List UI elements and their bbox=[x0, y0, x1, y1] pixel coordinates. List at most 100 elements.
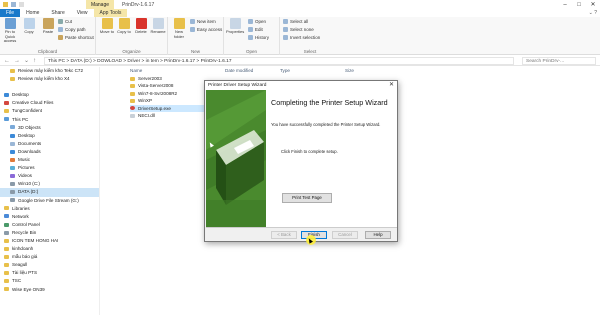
navigation-arrows[interactable]: ←→⌄↑ bbox=[4, 57, 40, 64]
sidebar-item-label: Review máy kiểm kho Tekc C72 bbox=[18, 68, 84, 73]
picture-icon bbox=[10, 165, 15, 170]
sidebar-item[interactable]: Wise Eye ON39 bbox=[0, 286, 99, 294]
column-date-modified[interactable]: Date modified bbox=[225, 67, 253, 74]
pin-quick-access-button[interactable]: Pin to Quick access bbox=[1, 18, 19, 44]
sidebar-item[interactable]: 3D Objects bbox=[0, 124, 99, 132]
back-button[interactable]: < Back bbox=[271, 231, 297, 239]
breadcrumb[interactable]: This PC > DATA (D:) > DOWLOAD > Driver >… bbox=[44, 57, 514, 65]
select-group-label: Select bbox=[303, 49, 317, 54]
cancel-button[interactable]: Cancel bbox=[332, 231, 358, 239]
invert-selection-button[interactable]: Invert selection bbox=[283, 34, 320, 41]
sidebar-item[interactable]: Downloads bbox=[0, 148, 99, 156]
file-row[interactable]: NECI.dll bbox=[130, 112, 205, 119]
file-row[interactable]: DriverSetup.exe bbox=[130, 104, 205, 112]
sidebar-item[interactable]: Google Drive File Stream (G:) bbox=[0, 197, 99, 205]
column-name[interactable]: Name bbox=[130, 67, 142, 74]
print-test-page-button[interactable]: Print Test Page bbox=[282, 193, 332, 203]
sidebar-item[interactable]: Videos bbox=[0, 172, 99, 180]
folder-icon bbox=[4, 279, 9, 284]
drive-icon bbox=[10, 182, 15, 187]
sidebar-item[interactable]: Network bbox=[0, 213, 99, 221]
rename-button[interactable]: Rename bbox=[149, 18, 167, 35]
sidebar-item[interactable]: Win10 (C:) bbox=[0, 180, 99, 188]
copy-button[interactable]: Copy bbox=[20, 18, 38, 35]
column-type[interactable]: Type bbox=[280, 67, 290, 74]
sidebar-item[interactable]: Seagull bbox=[0, 261, 99, 269]
dialog-title: Printer Driver Setup Wizard bbox=[205, 81, 397, 90]
file-row[interactable]: Win7-8-Svr2008R2 bbox=[130, 90, 205, 97]
new-folder-button[interactable]: New folder bbox=[170, 18, 188, 39]
help-icon[interactable]: ⌄ ? bbox=[589, 10, 597, 16]
network-icon bbox=[4, 214, 9, 219]
sidebar-item[interactable]: TSC bbox=[0, 277, 99, 285]
properties-button[interactable]: Properties bbox=[226, 18, 244, 35]
dialog-close-icon[interactable]: ✕ bbox=[389, 81, 394, 90]
select-none-icon bbox=[283, 27, 288, 33]
sidebar-item[interactable]: Desktop bbox=[0, 91, 99, 99]
edit-button[interactable]: Edit bbox=[248, 26, 263, 33]
open-button[interactable]: Open bbox=[248, 18, 266, 25]
open-group-label: Open bbox=[245, 49, 257, 54]
sidebar-item[interactable]: Desktop bbox=[0, 132, 99, 140]
cloud-icon bbox=[4, 101, 9, 106]
desktop-icon bbox=[10, 133, 15, 138]
sidebar-item[interactable]: Documents bbox=[0, 140, 99, 148]
chevron-down-icon[interactable] bbox=[19, 2, 24, 7]
file-row[interactable]: Vista-Server2008 bbox=[130, 82, 205, 89]
tab-file[interactable]: File bbox=[0, 9, 21, 17]
sidebar-item[interactable]: Libraries bbox=[0, 205, 99, 213]
copy-path-button[interactable]: Copy path bbox=[58, 26, 86, 33]
save-icon[interactable] bbox=[11, 2, 16, 7]
history-button[interactable]: History bbox=[248, 34, 269, 41]
sidebar-item[interactable]: Control Panel bbox=[0, 221, 99, 229]
folder-icon[interactable] bbox=[3, 2, 8, 7]
navigation-pane[interactable]: Review máy kiểm kho Tekc C72 Review máy k… bbox=[0, 67, 100, 315]
delete-button[interactable]: Delete bbox=[132, 18, 150, 35]
select-none-button[interactable]: Select none bbox=[283, 26, 314, 33]
sidebar-item[interactable]: DATA (D:) bbox=[0, 188, 99, 197]
easy-access-button[interactable]: Easy access bbox=[190, 26, 222, 33]
new-item-button[interactable]: New item bbox=[190, 18, 216, 25]
file-name: DriverSetup.exe bbox=[138, 105, 171, 111]
wizard-heading: Completing the Printer Setup Wizard bbox=[271, 98, 388, 107]
tab-app-tools[interactable]: App Tools bbox=[93, 9, 128, 17]
tab-share[interactable]: Share bbox=[45, 9, 70, 17]
sidebar-item[interactable]: mẫu báo giá bbox=[0, 253, 99, 261]
select-all-button[interactable]: Select all bbox=[283, 18, 308, 25]
paste-shortcut-button[interactable]: Paste shortcut bbox=[58, 34, 94, 41]
cut-button[interactable]: Cut bbox=[58, 18, 72, 25]
sidebar-item[interactable]: Tài liệu PTS bbox=[0, 269, 99, 277]
copy-to-button[interactable]: Copy to bbox=[115, 18, 133, 35]
sidebar-item[interactable]: TungConfident bbox=[0, 107, 99, 115]
search-input[interactable]: Search PrinDrv-... bbox=[522, 57, 596, 65]
clipboard-group-label: Clipboard bbox=[37, 49, 58, 54]
sidebar-item-label: Wise Eye ON39 bbox=[12, 286, 45, 292]
move-to-button[interactable]: Move to bbox=[98, 18, 116, 35]
sidebar-item-label: Google Drive File Stream (G:) bbox=[18, 197, 79, 203]
sidebar-item[interactable]: ICON TEM HONG HAI bbox=[0, 237, 99, 245]
sidebar-item-label: DATA (D:) bbox=[18, 189, 39, 195]
paste-button[interactable]: Paste bbox=[39, 18, 57, 35]
folder-icon bbox=[10, 68, 15, 73]
file-row[interactable]: Server2003 bbox=[130, 75, 205, 82]
paste-shortcut-icon bbox=[58, 35, 63, 41]
computer-icon bbox=[4, 117, 9, 122]
wizard-content: Completing the Printer Setup Wizard You … bbox=[266, 90, 397, 227]
sidebar-item[interactable]: kinhdoanh bbox=[0, 245, 99, 253]
sidebar-item[interactable]: Pictures bbox=[0, 164, 99, 172]
sidebar-item[interactable]: Review máy kiểm kho X4 bbox=[0, 75, 99, 83]
select-group: Select all Select none Invert selection … bbox=[280, 17, 340, 55]
sidebar-item[interactable]: Review máy kiểm kho Tekc C72 bbox=[0, 67, 99, 75]
column-size[interactable]: Size bbox=[345, 67, 354, 74]
tab-view[interactable]: View bbox=[71, 9, 94, 17]
sidebar-item-label: Control Panel bbox=[12, 221, 40, 227]
wizard-message: You have successfully completed the Prin… bbox=[271, 122, 381, 127]
folder-icon bbox=[4, 246, 9, 251]
sidebar-item[interactable]: Recycle Bin bbox=[0, 229, 99, 237]
sidebar-item[interactable]: Creative Cloud Files bbox=[0, 99, 99, 107]
help-button[interactable]: Help bbox=[365, 231, 391, 239]
sidebar-item[interactable]: This PC bbox=[0, 116, 99, 124]
file-row[interactable]: WinXP bbox=[130, 97, 205, 104]
tab-home[interactable]: Home bbox=[20, 9, 45, 17]
sidebar-item[interactable]: Music bbox=[0, 156, 99, 164]
